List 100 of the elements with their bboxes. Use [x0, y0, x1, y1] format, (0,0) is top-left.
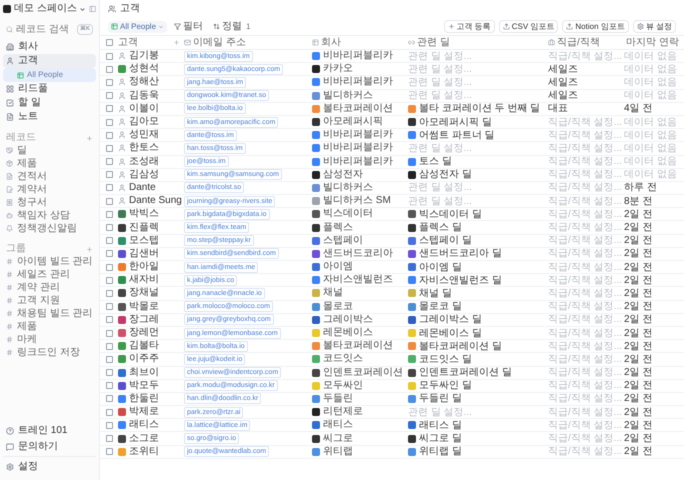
sidebar-item[interactable]: 아이템 빌드 관리: [3, 255, 96, 268]
workspace-switcher[interactable]: 데모 스페이스: [14, 4, 86, 14]
person-name[interactable]: 조성래: [129, 156, 159, 167]
company-name[interactable]: 볼타코퍼레이션: [323, 104, 393, 114]
sidebar-item[interactable]: 제품: [3, 157, 96, 170]
company-name[interactable]: 채널: [323, 288, 343, 298]
company-name[interactable]: 비바리퍼블리카: [323, 77, 393, 88]
person-name[interactable]: 장그레: [129, 314, 159, 325]
company-name[interactable]: 자비스앤빌런즈: [323, 275, 393, 286]
company-name[interactable]: 아이엠: [323, 262, 353, 272]
row-checkbox[interactable]: [106, 184, 113, 192]
company-name[interactable]: 몰로코: [323, 302, 353, 312]
company-name[interactable]: 코드잇스: [323, 354, 363, 364]
company-name[interactable]: 볼타코퍼레이션: [323, 341, 393, 352]
person-name[interactable]: 김기봉: [129, 51, 159, 62]
company-name[interactable]: 레몬베이스: [323, 328, 373, 338]
row-checkbox[interactable]: [106, 330, 113, 337]
sidebar-item[interactable]: 견적서: [3, 170, 96, 183]
sidebar-item[interactable]: 제품: [3, 320, 96, 333]
row-checkbox[interactable]: [106, 369, 113, 376]
row-checkbox[interactable]: [106, 237, 113, 244]
toolbar-button[interactable]: CSV 임포트: [498, 20, 558, 33]
person-name[interactable]: 새자비: [129, 275, 159, 286]
person-name[interactable]: 정해산: [129, 77, 159, 88]
company-name[interactable]: 삼성전자: [323, 170, 363, 180]
row-checkbox[interactable]: [106, 78, 113, 86]
column-header[interactable]: 이메일 주소: [193, 38, 246, 48]
row-checkbox[interactable]: [106, 448, 113, 456]
person-name[interactable]: 김볼타: [129, 341, 159, 352]
row-checkbox[interactable]: [106, 132, 113, 139]
company-name[interactable]: 빅스데이터: [323, 209, 373, 220]
sidebar-item[interactable]: 정책갱신알림: [3, 222, 96, 235]
person-name[interactable]: 이주주: [129, 354, 159, 364]
company-name[interactable]: 그레이박스: [323, 314, 373, 325]
person-name[interactable]: 장채널: [129, 288, 159, 298]
sidebar-item[interactable]: 책임자 상담: [3, 209, 96, 222]
person-name[interactable]: 박모두: [129, 380, 159, 391]
row-checkbox[interactable]: [106, 408, 113, 416]
row-checkbox[interactable]: [106, 264, 113, 271]
sidebar-item[interactable]: 할 일: [3, 96, 96, 110]
person-name[interactable]: 장레먼: [129, 328, 159, 338]
person-name[interactable]: 김동욱: [129, 90, 159, 101]
add-icon[interactable]: [86, 246, 93, 252]
company-name[interactable]: 인덴트코퍼레이션: [323, 368, 403, 378]
sidebar-item[interactable]: 리드풀: [3, 82, 96, 96]
row-checkbox[interactable]: [106, 276, 113, 284]
row-checkbox[interactable]: [106, 171, 113, 178]
person-name[interactable]: 김아모: [129, 117, 159, 128]
person-name[interactable]: 래티스: [129, 420, 159, 430]
company-name[interactable]: 카카오: [323, 64, 353, 74]
sidebar-item[interactable]: 고객 지원: [3, 294, 96, 307]
sidebar-item[interactable]: 채용팀 빌드 관리: [3, 307, 96, 320]
person-name[interactable]: Dante Sung: [129, 196, 182, 206]
company-name[interactable]: 위티랩: [323, 446, 353, 457]
row-checkbox[interactable]: [106, 224, 113, 232]
company-name[interactable]: 빌디하커스 SM: [323, 196, 391, 206]
person-name[interactable]: 박제로: [129, 407, 159, 418]
row-checkbox[interactable]: [106, 118, 113, 126]
person-name[interactable]: 박빅스: [129, 209, 159, 220]
view-dropdown[interactable]: All People: [108, 20, 168, 32]
company-name[interactable]: 샌드버드코리아: [323, 248, 393, 259]
column-header[interactable]: 고객: [118, 38, 138, 48]
toolbar-button[interactable]: Notion 임포트: [562, 20, 629, 33]
row-checkbox[interactable]: [106, 382, 113, 390]
person-name[interactable]: Dante: [129, 182, 156, 193]
person-name[interactable]: 김삼성: [129, 170, 159, 180]
sidebar-toggle-icon[interactable]: [88, 5, 96, 13]
row-checkbox[interactable]: [106, 250, 113, 258]
company-name[interactable]: 래티스: [323, 420, 353, 430]
select-all-checkbox[interactable]: [106, 39, 113, 46]
column-header[interactable]: 마지막 연락: [626, 38, 679, 48]
company-name[interactable]: 아모레퍼시픽: [323, 117, 383, 128]
company-name[interactable]: 빌디하커스: [323, 182, 373, 193]
sidebar-item[interactable]: 고객: [3, 54, 96, 68]
add-icon[interactable]: [86, 134, 93, 142]
sidebar-item[interactable]: 계약서: [3, 183, 96, 196]
company-name[interactable]: 빌디하커스: [323, 90, 373, 101]
sidebar-item[interactable]: 세일즈 관리: [3, 268, 96, 281]
row-checkbox[interactable]: [106, 158, 113, 166]
person-name[interactable]: 성민재: [129, 130, 159, 140]
company-name[interactable]: 씨그로: [323, 434, 353, 444]
sidebar-item[interactable]: 노트: [3, 110, 96, 124]
person-name[interactable]: 이볼이: [129, 104, 159, 114]
row-checkbox[interactable]: [106, 92, 113, 100]
person-name[interactable]: 소그로: [129, 434, 159, 444]
row-checkbox[interactable]: [106, 395, 113, 402]
row-checkbox[interactable]: [106, 66, 113, 73]
person-name[interactable]: 한토스: [129, 143, 159, 154]
sidebar-item[interactable]: 청구서: [3, 196, 96, 209]
toolbar-button[interactable]: 뷰 설정: [632, 20, 676, 33]
column-header[interactable]: 직급/직책: [557, 38, 600, 48]
company-name[interactable]: 비바리퍼블리카: [323, 156, 393, 167]
sidebar-item[interactable]: 계약 관리: [3, 281, 96, 294]
row-checkbox[interactable]: [106, 105, 113, 112]
person-name[interactable]: 진플렉: [129, 222, 159, 233]
company-name[interactable]: 두들린: [323, 394, 353, 404]
sidebar-item[interactable]: 문의하기: [3, 440, 96, 454]
sidebar-item[interactable]: 회사: [3, 40, 96, 54]
row-checkbox[interactable]: [106, 290, 113, 297]
sidebar-item[interactable]: 마케: [3, 333, 96, 346]
